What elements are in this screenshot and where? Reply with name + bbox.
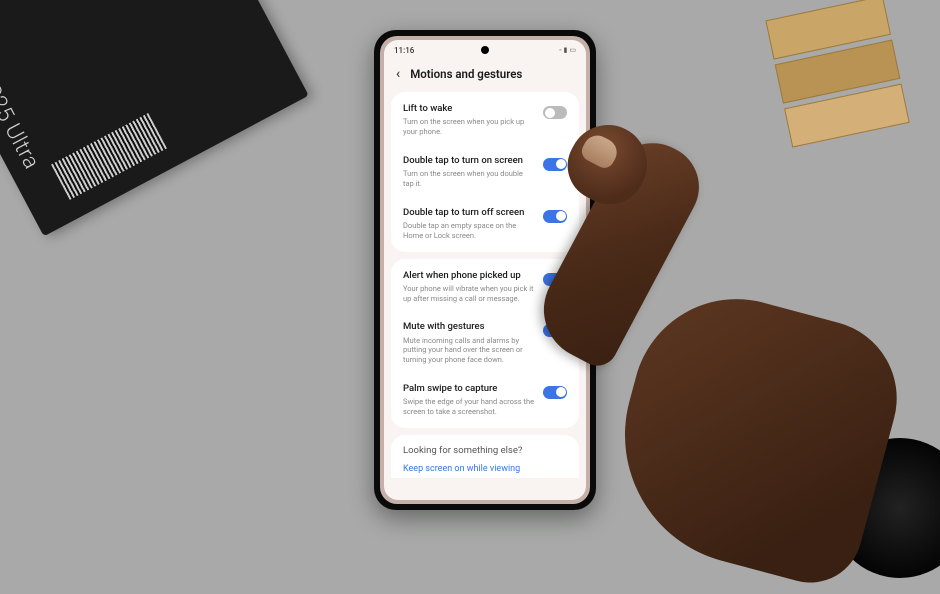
footer-card: Looking for something else? Keep screen … xyxy=(391,435,579,478)
product-box: Galaxy S25 Ultra xyxy=(0,0,309,236)
footer-link[interactable]: Keep screen on while viewing xyxy=(403,464,567,474)
setting-subtitle: Mute incoming calls and alarms by puttin… xyxy=(403,336,535,365)
setting-lift-to-wake[interactable]: Lift to wake Turn on the screen when you… xyxy=(391,94,579,146)
settings-group-2: Alert when phone picked up Your phone wi… xyxy=(391,259,579,428)
phone-screen: 11:16 ◦ ▮ ▭ ‹ Motions and gestures Lift … xyxy=(384,40,586,500)
setting-subtitle: Your phone will vibrate when you pick it… xyxy=(403,284,535,304)
setting-double-tap-off[interactable]: Double tap to turn off screen Double tap… xyxy=(391,198,579,250)
barcode xyxy=(51,113,167,200)
toggle-mute-gestures[interactable] xyxy=(543,324,567,337)
wifi-icon: ◦ xyxy=(559,46,561,54)
toggle-double-tap-on[interactable] xyxy=(543,158,567,171)
setting-title: Alert when phone picked up xyxy=(403,270,535,282)
camera-notch xyxy=(481,46,489,54)
setting-subtitle: Swipe the edge of your hand across the s… xyxy=(403,397,535,417)
setting-title: Double tap to turn on screen xyxy=(403,155,535,167)
toggle-alert-pickup[interactable] xyxy=(543,273,567,286)
page-title: Motions and gestures xyxy=(410,67,522,81)
settings-group-1: Lift to wake Turn on the screen when you… xyxy=(391,92,579,252)
setting-title: Double tap to turn off screen xyxy=(403,207,535,219)
setting-subtitle: Double tap an empty space on the Home or… xyxy=(403,221,535,241)
battery-icon: ▭ xyxy=(569,46,576,54)
setting-mute-gestures[interactable]: Mute with gestures Mute incoming calls a… xyxy=(391,312,579,374)
setting-subtitle: Turn on the screen when you pick up your… xyxy=(403,117,535,137)
toggle-lift-to-wake[interactable] xyxy=(543,106,567,119)
header: ‹ Motions and gestures xyxy=(384,60,586,92)
signal-icon: ▮ xyxy=(564,46,568,54)
toggle-palm-swipe[interactable] xyxy=(543,386,567,399)
status-icons: ◦ ▮ ▭ xyxy=(559,46,576,54)
status-time: 11:16 xyxy=(394,46,414,55)
setting-title: Lift to wake xyxy=(403,103,535,115)
product-box-label: Galaxy S25 Ultra xyxy=(0,15,44,173)
setting-title: Mute with gestures xyxy=(403,321,535,333)
setting-title: Palm swipe to capture xyxy=(403,383,535,395)
setting-double-tap-on[interactable]: Double tap to turn on screen Turn on the… xyxy=(391,146,579,198)
setting-subtitle: Turn on the screen when you double tap i… xyxy=(403,169,535,189)
phone: 11:16 ◦ ▮ ▭ ‹ Motions and gestures Lift … xyxy=(374,30,596,510)
toggle-double-tap-off[interactable] xyxy=(543,210,567,223)
setting-alert-pickup[interactable]: Alert when phone picked up Your phone wi… xyxy=(391,261,579,313)
setting-palm-swipe[interactable]: Palm swipe to capture Swipe the edge of … xyxy=(391,374,579,426)
wooden-object xyxy=(763,0,940,187)
back-icon[interactable]: ‹ xyxy=(396,66,400,82)
footer-prompt: Looking for something else? xyxy=(403,445,567,456)
dark-round-object xyxy=(830,438,940,578)
